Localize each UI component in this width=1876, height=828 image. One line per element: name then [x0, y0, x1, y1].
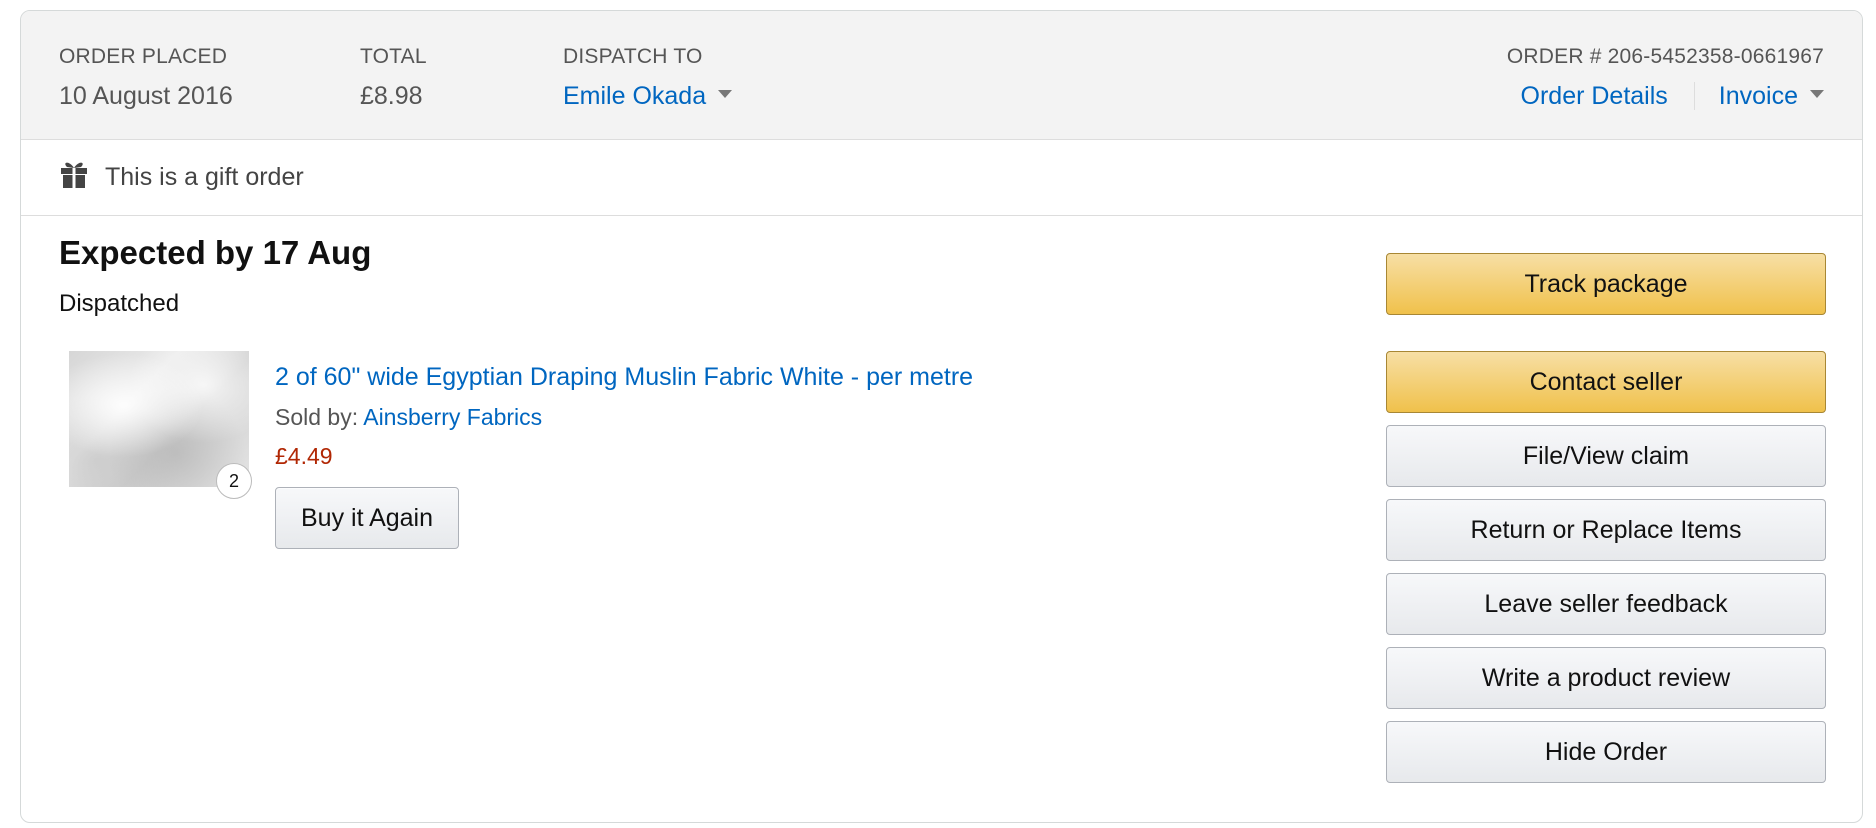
product-title-link[interactable]: 2 of 60" wide Egyptian Draping Muslin Fa… [275, 363, 973, 392]
file-claim-button[interactable]: File/View claim [1386, 425, 1826, 487]
sold-by-label: Sold by: [275, 404, 359, 430]
seller-link[interactable]: Ainsberry Fabrics [363, 404, 542, 430]
order-number: ORDER # 206-5452358-0661967 [1506, 45, 1824, 68]
sold-by-line: Sold by: Ainsberry Fabrics [275, 404, 542, 431]
shipment-status: Dispatched [59, 290, 180, 317]
hide-order-button[interactable]: Hide Order [1386, 721, 1826, 783]
order-links: Order Details Invoice [1507, 81, 1824, 111]
link-divider [1693, 82, 1695, 110]
dispatch-recipient-dropdown[interactable]: Emile Okada [563, 81, 733, 111]
total-column: TOTAL £8.98 [360, 45, 427, 111]
invoice-dropdown[interactable]: Invoice [1719, 81, 1824, 111]
order-actions: Track package Contact seller File/View c… [1386, 253, 1826, 783]
buy-again-button[interactable]: Buy it Again [275, 487, 459, 549]
chevron-down-icon[interactable] [1810, 90, 1824, 99]
total-value: £8.98 [360, 82, 423, 110]
product-review-button[interactable]: Write a product review [1386, 647, 1826, 709]
dispatch-column: DISPATCH TO Emile Okada [563, 45, 733, 111]
track-package-button[interactable]: Track package [1386, 253, 1826, 315]
order-placed-label: ORDER PLACED [59, 45, 228, 68]
order-header: ORDER PLACED 10 August 2016 TOTAL £8.98 … [21, 11, 1862, 140]
delivery-expected-heading: Expected by 17 Aug [59, 234, 372, 271]
total-label: TOTAL [360, 45, 427, 68]
order-placed-column: ORDER PLACED 10 August 2016 [59, 45, 233, 111]
dispatch-label: DISPATCH TO [563, 45, 703, 68]
gift-order-text: This is a gift order [105, 163, 304, 191]
order-details-link[interactable]: Order Details [1521, 81, 1668, 111]
gift-order-row: This is a gift order [21, 140, 1862, 216]
order-placed-date: 10 August 2016 [59, 82, 233, 110]
order-number-column: ORDER # 206-5452358-0661967 Order Detail… [1507, 45, 1824, 111]
seller-feedback-button[interactable]: Leave seller feedback [1386, 573, 1826, 635]
item-price: £4.49 [275, 443, 333, 469]
gift-icon [59, 159, 89, 189]
return-replace-button[interactable]: Return or Replace Items [1386, 499, 1826, 561]
order-card: ORDER PLACED 10 August 2016 TOTAL £8.98 … [20, 10, 1863, 823]
dispatch-recipient-link[interactable]: Emile Okada [563, 82, 706, 110]
chevron-down-icon[interactable] [718, 90, 733, 99]
invoice-link[interactable]: Invoice [1719, 82, 1798, 110]
contact-seller-button[interactable]: Contact seller [1386, 351, 1826, 413]
quantity-badge: 2 [216, 463, 252, 499]
